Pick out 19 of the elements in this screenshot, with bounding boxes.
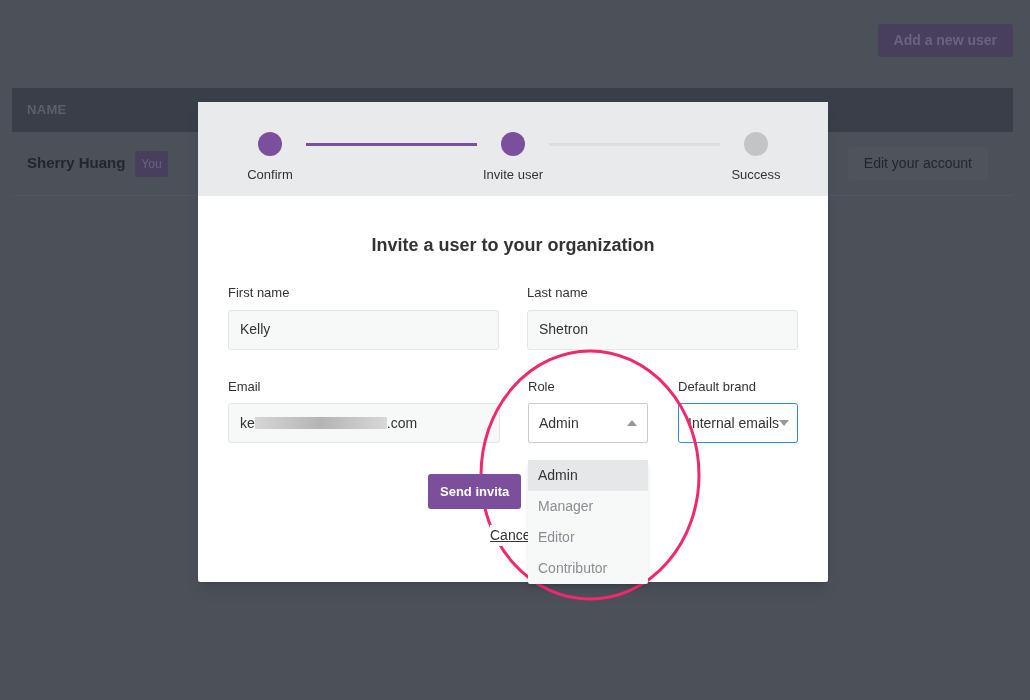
step-label: Confirm bbox=[247, 166, 293, 184]
field-label: Last name bbox=[527, 284, 589, 302]
caret-icon bbox=[779, 420, 789, 426]
email-start: ke bbox=[240, 413, 255, 433]
role-select[interactable]: Admin bbox=[528, 403, 648, 443]
field-label: Email bbox=[228, 377, 262, 396]
dropdown-option[interactable]: Admin bbox=[528, 459, 648, 491]
email-input[interactable]: ke .com bbox=[228, 403, 500, 443]
field-label: First name bbox=[228, 284, 291, 302]
modal-title: Invite a user to your organization bbox=[370, 234, 656, 257]
email-end: .com bbox=[386, 413, 418, 433]
cancel-link[interactable]: Cance bbox=[490, 525, 531, 546]
step-label: Success bbox=[731, 166, 781, 184]
send-invitation-button[interactable]: Send invita bbox=[428, 474, 522, 509]
step-label: Invite user bbox=[483, 166, 543, 184]
field-label: Default brand bbox=[678, 377, 758, 396]
field-label: Role bbox=[528, 377, 556, 396]
text-input[interactable]: Kelly bbox=[228, 309, 499, 350]
text-input[interactable]: Shetron bbox=[527, 309, 798, 350]
